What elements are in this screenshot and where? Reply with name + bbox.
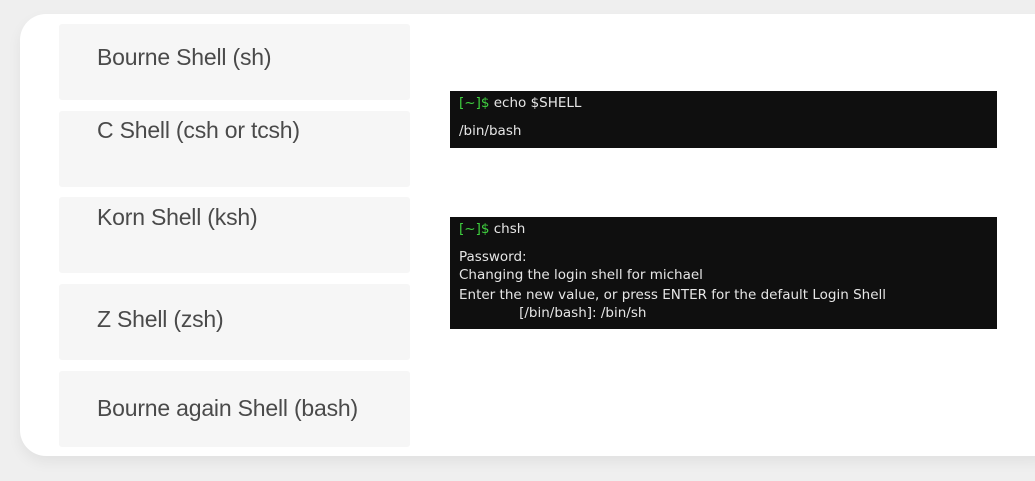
- shell-item-label: C Shell (csh or tcsh): [97, 117, 300, 143]
- terminal-prompt: [~]$: [459, 95, 490, 111]
- shell-item-label: Bourne Shell (sh): [97, 44, 272, 70]
- terminal-command: chsh: [489, 221, 526, 237]
- shell-item-bash: Bourne again Shell (bash): [59, 371, 410, 447]
- terminal-output-line: Changing the login shell for michael: [459, 267, 703, 283]
- terminal-output: /bin/bash: [459, 123, 522, 139]
- terminal-chsh: [~]$ chsh Password: Changing the login s…: [450, 217, 997, 329]
- terminal-output-line: Enter the new value, or press ENTER for …: [459, 287, 887, 303]
- shell-item-zsh: Z Shell (zsh): [59, 284, 410, 360]
- terminal-command-line: [~]$ echo $SHELL: [459, 95, 581, 111]
- terminal-command-line: [~]$ chsh: [459, 221, 525, 237]
- shell-item-label: Korn Shell (ksh): [97, 204, 258, 230]
- shell-item-sh: Bourne Shell (sh): [59, 24, 410, 100]
- terminal-command: echo $SHELL: [489, 95, 582, 111]
- shell-item-label: Z Shell (zsh): [97, 306, 224, 332]
- terminal-echo-shell: [~]$ echo $SHELL /bin/bash: [450, 91, 997, 148]
- slide: Bourne Shell (sh) C Shell (csh or tcsh) …: [0, 0, 1035, 481]
- terminal-prompt: [~]$: [459, 221, 490, 237]
- shell-item-label: Bourne again Shell (bash): [97, 395, 358, 421]
- shell-item-csh: C Shell (csh or tcsh): [59, 111, 410, 187]
- terminal-output-line: Password:: [459, 249, 527, 265]
- shell-item-ksh: Korn Shell (ksh): [59, 197, 410, 273]
- terminal-output-line: [/bin/bash]: /bin/sh: [459, 305, 647, 321]
